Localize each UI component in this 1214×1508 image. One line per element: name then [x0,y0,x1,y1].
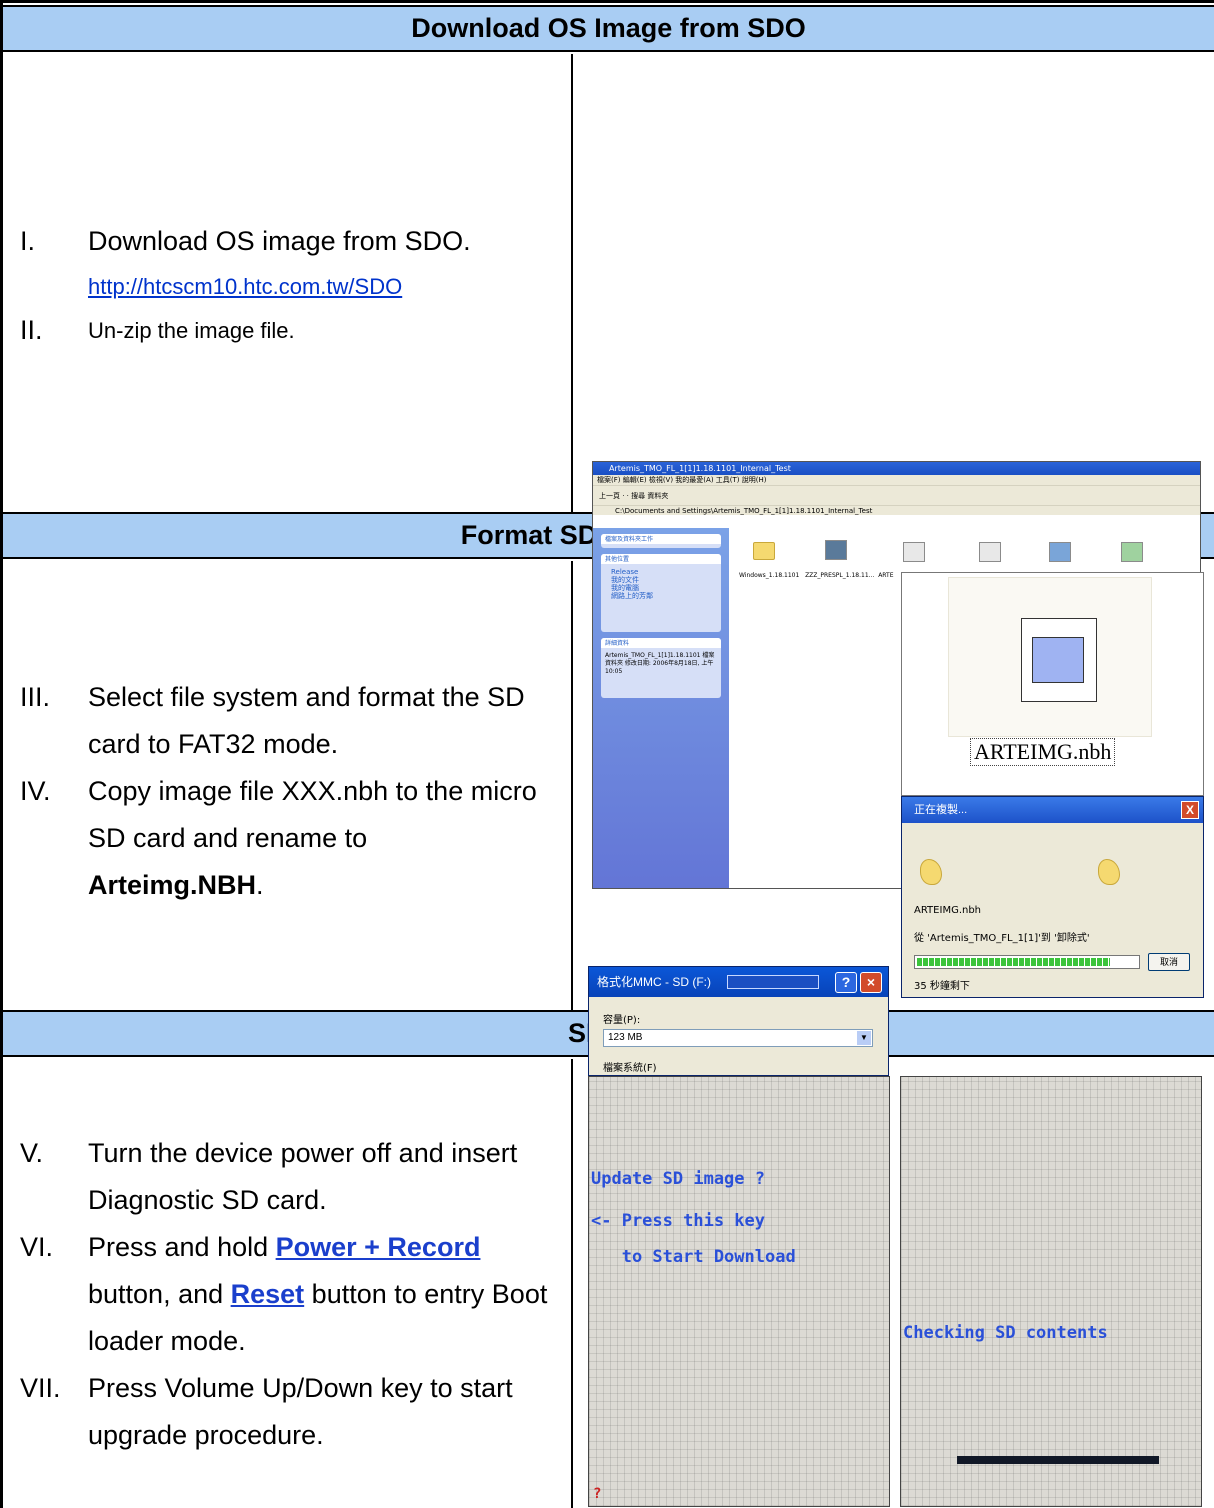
format-dialog: 格式化MMC - SD (F:) ? × 容量(P): 123 MB ▼ 檔案系… [588,966,889,1076]
capacity-label: 容量(P): [603,1015,641,1026]
step-text: Press and hold [88,1232,276,1262]
list-item: III. Select file system and format the S… [20,674,565,768]
column-divider [571,561,573,1012]
details-panel: 詳細資料 Artemis_TMO_FL_1[1]1.18.1101 檔案資料夾 … [601,638,721,698]
place-item: 我的電腦 [611,584,639,592]
download-steps: I. Download OS image from SDO. http://ht… [20,218,565,354]
places-panel: 其他位置 Release 我的文件 我的電腦 網路上的芳鄰 [601,554,721,632]
step-number: I. [20,226,36,256]
title-progress-bar [727,975,819,989]
details-text: Artemis_TMO_FL_1[1]1.18.1101 檔案資料夾 修改日期:… [605,652,715,675]
explorer-menu: 檔案(F) 編輯(E) 檢視(V) 我的最愛(A) 工具(T) 說明(H) [593,475,1200,485]
step-number: VI. [20,1232,54,1262]
list-item: VI. Press and hold Power + Record button… [20,1224,565,1365]
close-button[interactable]: × [860,972,882,993]
copy-dialog: 正在複製... X ARTEIMG.nbh 從 'Artemis_TMO_FL_… [901,796,1204,998]
step-number: IV. [20,776,51,806]
target-filename: Arteimg.NBH [88,870,257,900]
step-text: Turn the device power off and insert Dia… [88,1138,518,1215]
step-text: Copy image file XXX.nbh to the micro SD … [88,776,537,853]
column-divider [571,54,573,514]
device-screen-update-prompt: Update SD image ? <- Press this key to S… [588,1076,890,1507]
screen-corner-mark: ? [593,1486,602,1502]
explorer-sidebar: 檔案及資料夾工作 其他位置 Release 我的文件 我的電腦 網路上的芳鄰 詳… [593,528,729,888]
step-number: V. [20,1138,44,1168]
capacity-select[interactable]: 123 MB ▼ [603,1029,873,1047]
file-label: ZZZ_PRESPL_1.18.11... [805,572,875,579]
list-item: II. Un-zip the image file. [20,307,565,354]
device-screen-checking: Checking SD contents [900,1076,1202,1507]
copy-source-dest: 從 'Artemis_TMO_FL_1[1]'到 '卸除式' [914,933,1090,944]
power-record-key: Power + Record [275,1232,481,1262]
screen-line: <- Press this key [591,1211,765,1231]
place-item: Release [611,568,639,576]
panel-title: 詳細資料 [601,638,721,648]
step-text: Download OS image from SDO. [88,226,471,256]
punctuation: . [256,870,264,900]
explorer-title: Artemis_TMO_FL_1[1]1.18.1101_Internal_Te… [593,462,1200,475]
screen-line: to Start Download [591,1247,796,1267]
nbh-file-icon [1021,618,1097,702]
explorer-address: C:\Documents and Settings\Artemis_TMO_FL… [593,505,1200,515]
step-number: II. [20,315,43,345]
place-item: 我的文件 [611,576,639,584]
copy-progress-bar [914,955,1140,969]
disk-image-icon [825,540,847,560]
file-label: ARTE [878,572,894,579]
file-icon-preview: ARTEIMG.nbh [901,572,1204,796]
copy-file-name: ARTEIMG.nbh [914,905,982,916]
filesystem-label: 檔案系統(F) [603,1063,657,1074]
copy-dialog-title: 正在複製... [902,797,1203,823]
section-header-download: Download OS Image from SDO [3,5,1214,52]
sdo-link[interactable]: http://htcscm10.htc.com.tw/SDO [88,274,402,299]
file-label: Windows_1.18.1101 [739,572,800,579]
step-number: III. [20,682,51,712]
filename-label: ARTEIMG.nbh [970,738,1116,766]
update-steps: V. Turn the device power off and insert … [20,1130,565,1459]
app-file-icon [1049,542,1071,562]
progress-fill [917,958,1111,966]
format-steps: III. Select file system and format the S… [20,674,565,909]
table-file-icon [979,542,1001,562]
panel-title: 檔案及資料夾工作 [601,534,721,544]
help-button[interactable]: ? [835,972,857,993]
list-item: V. Turn the device power off and insert … [20,1130,565,1224]
step-number: VII. [20,1373,61,1403]
screen-line: Update SD image ? [591,1169,765,1189]
list-item: IV. Copy image file XXX.nbh to the micro… [20,768,565,909]
place-item: 網路上的芳鄰 [611,592,653,600]
explorer-toolbar: 上一頁 · · 搜尋 資料夾 [593,485,1200,505]
folder-icon [753,542,775,560]
app-file-icon [1121,542,1143,562]
reset-key: Reset [230,1279,305,1309]
step-text: button, and [88,1279,231,1309]
task-panel: 檔案及資料夾工作 [601,534,721,548]
list-item: I. Download OS image from SDO. http://ht… [20,218,565,307]
close-icon[interactable]: X [1181,801,1199,819]
chevron-down-icon: ▼ [857,1031,871,1045]
panel-title: 其他位置 [601,554,721,564]
step-text: Select file system and format the SD car… [88,682,525,759]
screen-progress-line [957,1456,1159,1464]
table-file-icon [903,542,925,562]
step-text: Press Volume Up/Down key to start upgrad… [88,1373,513,1450]
time-remaining: 35 秒鐘剩下 [914,981,970,992]
list-item: VII. Press Volume Up/Down key to start u… [20,1365,565,1459]
column-divider [571,1059,573,1508]
cancel-button[interactable]: 取消 [1148,953,1190,971]
capacity-value: 123 MB [608,1032,643,1043]
destination-folder-icon [1098,859,1120,885]
source-folder-icon [920,859,942,885]
screen-line: Checking SD contents [903,1323,1108,1343]
step-text: Un-zip the image file. [88,318,295,343]
